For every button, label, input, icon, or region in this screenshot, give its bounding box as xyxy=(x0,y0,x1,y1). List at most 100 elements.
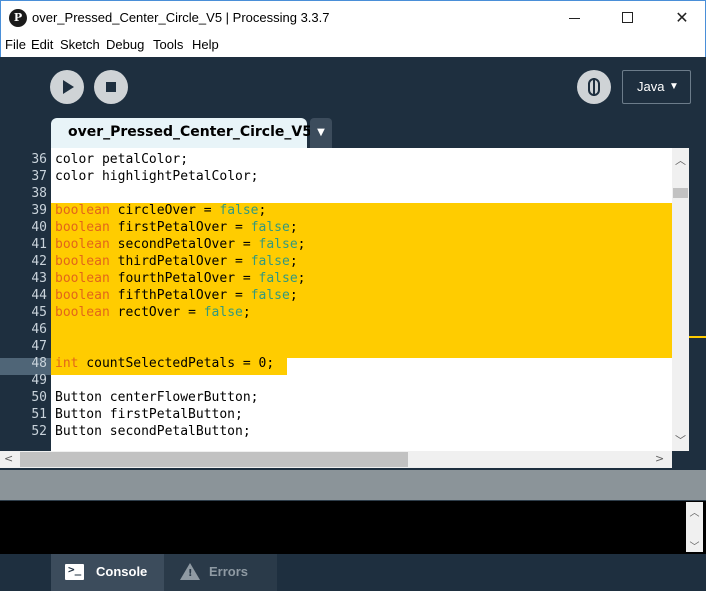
menu-file[interactable]: File xyxy=(5,37,26,52)
error-marker-strip xyxy=(689,148,706,451)
warning-icon-mark: ! xyxy=(188,568,193,579)
scroll-down-icon[interactable]: ﹀ xyxy=(686,538,703,553)
console-tab[interactable]: >_ Console xyxy=(51,554,164,591)
maximize-button[interactable] xyxy=(605,1,651,35)
code-token: secondPetalOver = xyxy=(109,237,259,252)
code-line[interactable]: Button firstPetalButton; xyxy=(55,406,243,423)
tab-sketch-label: over_Pressed_Center_Circle_V5 xyxy=(68,124,312,140)
literal-keyword: false xyxy=(203,305,243,320)
code-line[interactable]: Button centerFlowerButton; xyxy=(55,389,259,406)
selection-marker xyxy=(689,336,706,338)
code-line[interactable]: Button secondPetalButton; xyxy=(55,423,251,440)
type-keyword: boolean xyxy=(55,237,110,252)
code-token: thirdPetalOver = xyxy=(109,254,251,269)
mode-label: Java xyxy=(637,79,665,94)
code-token: Button centerFlowerButton; xyxy=(55,390,259,405)
scroll-down-icon[interactable]: ﹀ xyxy=(672,432,689,447)
debugger-icon-line xyxy=(593,78,595,96)
code-token: ; xyxy=(297,271,306,286)
line-number: 48 xyxy=(31,356,47,371)
footer-tabs: >_ Console ! Errors xyxy=(0,554,706,591)
code-token: highlightPetalColor; xyxy=(94,169,259,184)
literal-keyword: false xyxy=(258,237,298,252)
line-number: 46 xyxy=(31,322,47,337)
tab-sketch[interactable]: over_Pressed_Center_Circle_V5 xyxy=(51,118,312,148)
literal-keyword: false xyxy=(250,288,290,303)
scroll-right-icon[interactable]: > xyxy=(655,452,667,467)
processing-logo-icon: P xyxy=(9,9,27,27)
minimize-button[interactable] xyxy=(552,1,598,35)
scroll-up-icon[interactable]: ︿ xyxy=(672,152,689,167)
line-number: 39 xyxy=(31,203,47,218)
code-token: Button firstPetalButton; xyxy=(55,407,243,422)
scroll-left-icon[interactable]: < xyxy=(4,452,16,467)
type-keyword: boolean xyxy=(55,271,110,286)
vertical-scrollbar[interactable]: ︿ ﹀ xyxy=(672,148,689,451)
code-line[interactable]: boolean firstPetalOver = false; xyxy=(55,219,298,236)
menu-tools[interactable]: Tools xyxy=(153,37,183,52)
chevron-down-icon: ▼ xyxy=(317,127,325,138)
code-token: color xyxy=(55,152,95,167)
line-number: 49 xyxy=(31,373,47,388)
line-number: 45 xyxy=(31,305,47,320)
menu-debug[interactable]: Debug xyxy=(106,37,144,52)
code-line[interactable]: color highlightPetalColor; xyxy=(55,168,259,185)
console-scrollbar[interactable]: ︿ ﹀ xyxy=(686,502,703,553)
vertical-scroll-thumb[interactable] xyxy=(673,188,688,198)
line-number: 44 xyxy=(31,288,47,303)
line-number: 36 xyxy=(31,152,47,167)
code-token: petalColor; xyxy=(94,152,189,167)
line-number: 47 xyxy=(31,339,47,354)
literal-keyword: false xyxy=(250,254,290,269)
horizontal-scrollbar[interactable]: < > xyxy=(0,451,672,468)
type-keyword: boolean xyxy=(55,288,110,303)
type-keyword: int xyxy=(55,356,79,371)
errors-tab-label: Errors xyxy=(209,564,249,579)
tab-menu-button[interactable]: ▼ xyxy=(310,118,332,148)
horizontal-scroll-thumb[interactable] xyxy=(20,452,408,467)
console-icon: >_ xyxy=(65,563,84,580)
close-button[interactable]: ✕ xyxy=(659,1,705,35)
title-bar: P over_Pressed_Center_Circle_V5 | Proces… xyxy=(0,0,706,35)
toolbar: Java ▼ xyxy=(0,57,706,118)
code-token: circleOver = xyxy=(109,203,220,218)
menu-sketch[interactable]: Sketch xyxy=(60,37,100,52)
code-line[interactable]: boolean circleOver = false; xyxy=(55,202,266,219)
code-line[interactable]: boolean fourthPetalOver = false; xyxy=(55,270,305,287)
type-keyword: boolean xyxy=(55,254,110,269)
mode-selector[interactable]: Java ▼ xyxy=(622,70,691,104)
code-token: ; xyxy=(297,237,306,252)
menu-bar: File Edit Sketch Debug Tools Help xyxy=(0,35,706,57)
run-button[interactable] xyxy=(50,70,84,104)
stop-button[interactable] xyxy=(94,70,128,104)
code-line[interactable]: boolean thirdPetalOver = false; xyxy=(55,253,298,270)
status-bar xyxy=(0,468,706,500)
literal-keyword: false xyxy=(258,271,298,286)
line-number: 43 xyxy=(31,271,47,286)
menu-help[interactable]: Help xyxy=(192,37,219,52)
line-number: 40 xyxy=(31,220,47,235)
code-token: fifthPetalOver = xyxy=(109,288,251,303)
line-number: 41 xyxy=(31,237,47,252)
line-number: 51 xyxy=(31,407,47,422)
code-line[interactable]: boolean rectOver = false; xyxy=(55,304,251,321)
type-keyword: boolean xyxy=(55,305,110,320)
minimize-icon xyxy=(569,18,580,19)
tab-bar: over_Pressed_Center_Circle_V5 ▼ xyxy=(0,118,706,148)
play-icon xyxy=(63,80,74,94)
code-token: countSelectedPetals = 0; xyxy=(78,356,275,371)
type-keyword: boolean xyxy=(55,220,110,235)
debugger-button[interactable] xyxy=(577,70,611,104)
code-token: Button secondPetalButton; xyxy=(55,424,251,439)
menu-edit[interactable]: Edit xyxy=(31,37,53,52)
line-number: 38 xyxy=(31,186,47,201)
code-line[interactable]: boolean secondPetalOver = false; xyxy=(55,236,305,253)
console-output[interactable] xyxy=(0,500,706,554)
errors-tab[interactable]: ! Errors xyxy=(164,554,277,591)
code-line[interactable]: color petalColor; xyxy=(55,151,188,168)
literal-keyword: false xyxy=(250,220,290,235)
scroll-up-icon[interactable]: ︿ xyxy=(686,504,703,519)
code-line[interactable]: boolean fifthPetalOver = false; xyxy=(55,287,298,304)
code-line[interactable]: int countSelectedPetals = 0; xyxy=(55,355,274,372)
stop-icon xyxy=(106,82,116,92)
